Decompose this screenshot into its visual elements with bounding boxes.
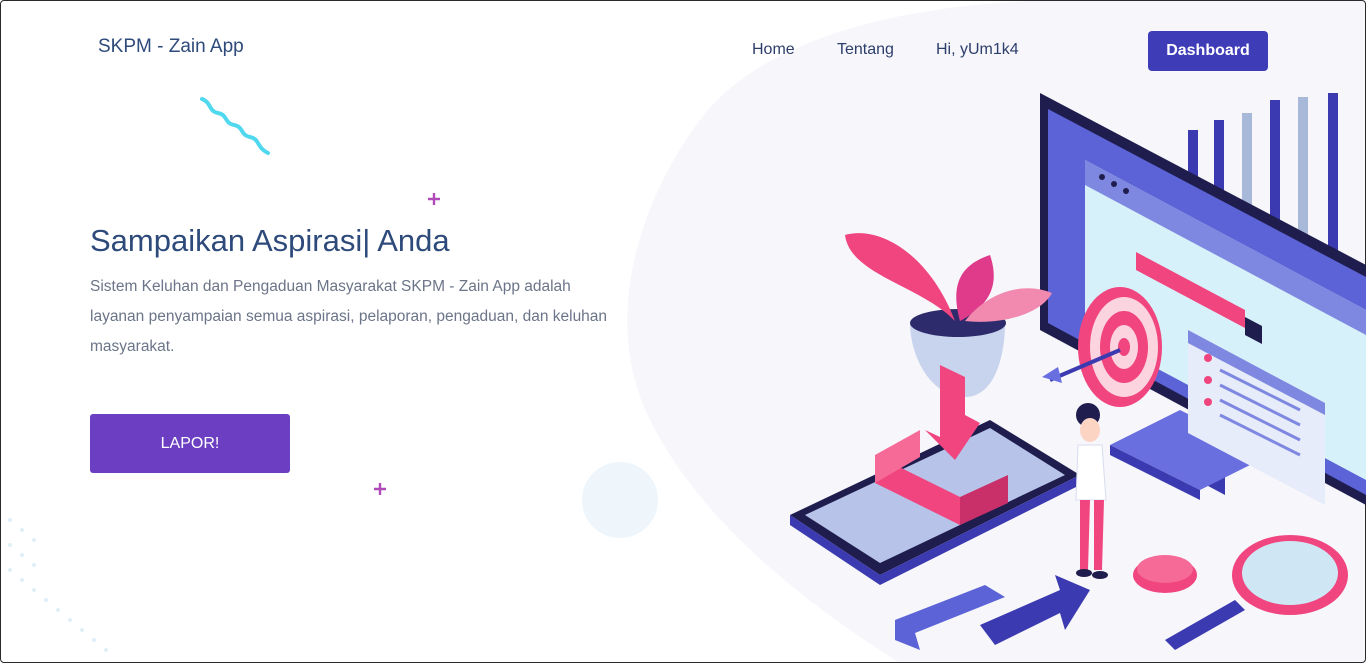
magnifier-icon <box>1165 535 1348 650</box>
hero-title: Sampaikan Aspirasi| Anda <box>90 223 450 258</box>
hero-description: Sistem Keluhan dan Pengaduan Masyarakat … <box>90 278 608 355</box>
nav-about[interactable]: Tentang <box>837 41 894 59</box>
person-figure <box>1075 403 1108 579</box>
nav-user-greeting[interactable]: Hi, yUm1k4 <box>936 41 1019 59</box>
dashboard-button[interactable]: Dashboard <box>1148 31 1268 71</box>
tablet-icon <box>790 365 1080 585</box>
brand-logo[interactable]: SKPM - Zain App <box>98 36 244 58</box>
pink-disc <box>1133 555 1197 593</box>
plus-icon <box>374 483 386 495</box>
plus-icon <box>428 193 440 205</box>
nav-home[interactable]: Home <box>752 41 795 59</box>
squiggle-decoration <box>200 97 270 155</box>
lapor-button[interactable]: LAPOR! <box>90 414 290 473</box>
isometric-report-illustration <box>790 93 1366 650</box>
arrow-decoration <box>895 575 1090 650</box>
